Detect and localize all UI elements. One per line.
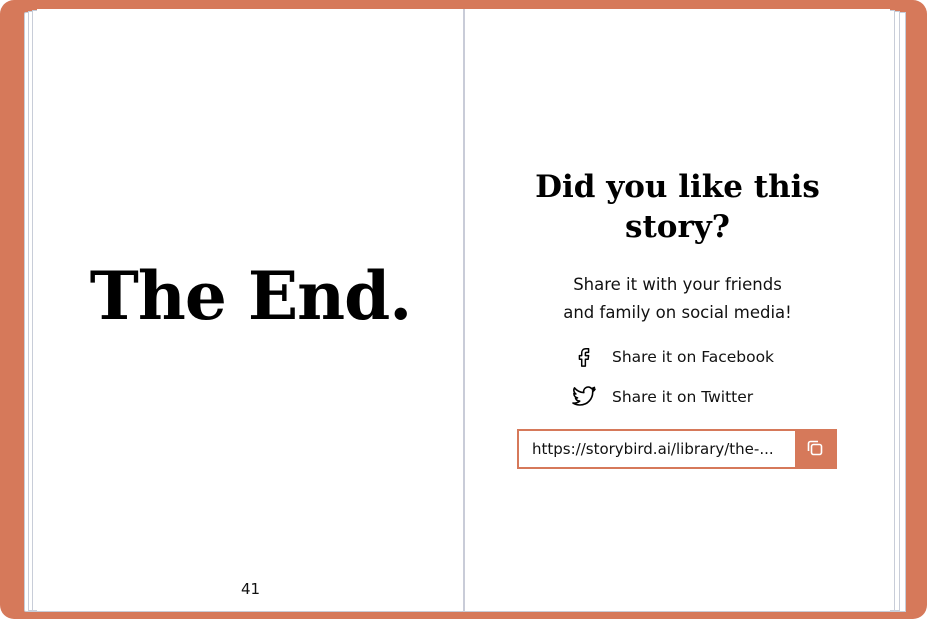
book-cover: The End. 41 Did you like this story? Sha… bbox=[0, 0, 927, 619]
share-url-field[interactable] bbox=[519, 431, 795, 467]
share-twitter-label: Share it on Twitter bbox=[612, 388, 754, 406]
page-number: 41 bbox=[240, 580, 261, 598]
share-facebook-label: Share it on Facebook bbox=[612, 348, 775, 366]
share-description: Share it with your friends and family on… bbox=[505, 271, 850, 327]
share-twitter-link[interactable]: Share it on Twitter bbox=[570, 383, 753, 411]
copy-icon bbox=[805, 438, 825, 461]
share-description-line-2: and family on social media! bbox=[563, 303, 792, 322]
share-description-line-1: Share it with your friends bbox=[573, 275, 782, 294]
right-page: Did you like this story? Share it with y… bbox=[465, 9, 890, 611]
share-url-box bbox=[517, 429, 837, 469]
the-end-heading: The End. bbox=[89, 257, 412, 335]
twitter-icon bbox=[570, 383, 598, 411]
share-facebook-link[interactable]: Share it on Facebook bbox=[570, 343, 774, 371]
copy-link-button[interactable] bbox=[795, 431, 835, 467]
left-page: The End. 41 bbox=[37, 9, 464, 611]
share-question-heading: Did you like this story? bbox=[535, 169, 820, 245]
facebook-icon bbox=[570, 343, 598, 371]
